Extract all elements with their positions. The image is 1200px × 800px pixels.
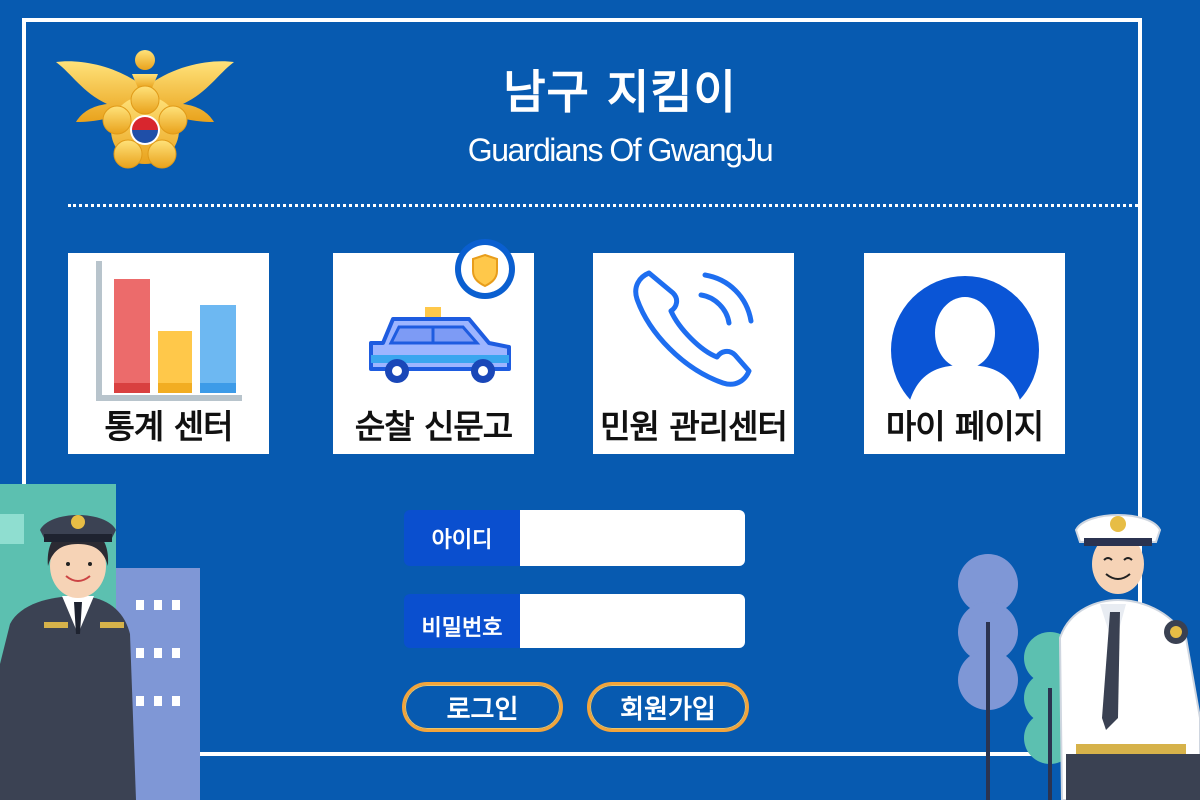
menu-statistics-center[interactable]: 통계 센터 [68, 253, 269, 454]
phone-icon [633, 270, 754, 387]
password-input[interactable] [520, 594, 745, 648]
menu-my-page[interactable]: 마이 페이지 [864, 253, 1065, 454]
menu-label-statistics: 통계 센터 [104, 407, 234, 446]
id-label: 아이디 [404, 510, 520, 566]
page-title: 남구 지킴이 [503, 65, 737, 119]
id-field-row: 아이디 [404, 510, 745, 566]
police-officer-female-illustration [0, 484, 200, 800]
menu-patrol-report[interactable]: 순찰 신문고 [333, 239, 534, 454]
id-input[interactable] [520, 510, 745, 566]
menu-civil-complaint-center[interactable]: 민원 관리센터 [593, 253, 794, 454]
login-button[interactable]: 로그인 [402, 682, 563, 732]
police-car-icon [369, 239, 515, 383]
menu-label-mypage: 마이 페이지 [885, 407, 1044, 446]
page-subtitle: Guardians Of GwangJu [467, 132, 774, 168]
signup-button[interactable]: 회원가입 [587, 682, 749, 732]
police-officer-male-illustration [958, 514, 1200, 800]
dotted-divider [68, 204, 1138, 207]
password-field-row: 비밀번호 [404, 594, 745, 648]
password-label: 비밀번호 [404, 594, 520, 648]
menu-label-patrol: 순찰 신문고 [354, 407, 513, 446]
menu-label-civil: 민원 관리센터 [600, 407, 788, 446]
user-icon [891, 276, 1039, 400]
bar-chart-icon [96, 261, 242, 401]
